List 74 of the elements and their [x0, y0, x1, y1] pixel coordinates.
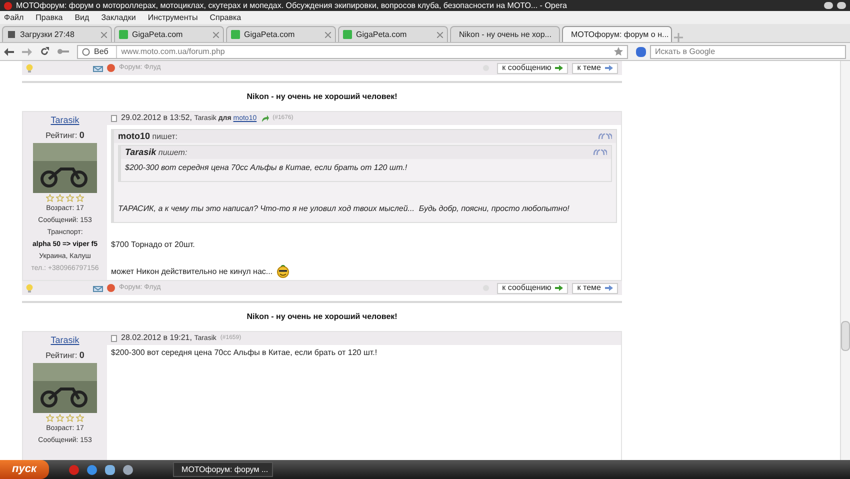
jump-button[interactable]: к сообщению	[497, 62, 568, 74]
post-text: $700 Торнадо от 20шт.	[111, 240, 195, 249]
menu-item[interactable]: Инструменты	[148, 12, 198, 24]
envelope-icon[interactable]	[93, 284, 103, 292]
reload-icon[interactable]	[40, 47, 49, 56]
close-icon[interactable]	[437, 32, 443, 38]
menu-item[interactable]: Файл	[4, 12, 24, 24]
tab[interactable]: Nikon - ну очень не хор...	[450, 26, 560, 42]
jump-button[interactable]: к теме	[572, 62, 618, 74]
tab[interactable]: МОТОфорум: форум о н...	[562, 26, 672, 42]
post-text: $200-300 вот середня цена 70сс Альфы в Китае, если брать от 120 шт.!	[111, 348, 378, 357]
tab[interactable]: GigaPeta.com	[338, 26, 448, 42]
star-icon	[46, 414, 54, 422]
right-arrow-icon	[555, 65, 564, 71]
star-icon	[76, 194, 84, 202]
post-text: $200-300 вот середня цена 70сс Альфы в Китае, если брать от 120 шт.!	[125, 163, 408, 172]
quote-author: moto10 пишет:	[118, 130, 178, 143]
close-button[interactable]	[837, 2, 846, 9]
scrollbar-thumb[interactable]	[841, 321, 850, 351]
right-arrow-icon	[555, 285, 564, 291]
document-icon	[111, 115, 117, 122]
address-badge: Веб	[94, 46, 118, 58]
close-icon[interactable]	[325, 32, 331, 38]
star-icon	[66, 194, 74, 202]
menu-item[interactable]: Вид	[74, 12, 90, 24]
menu-item[interactable]: Закладки	[101, 12, 136, 24]
url-text: www.moto.com.ua/forum.php	[121, 46, 226, 58]
forward-icon[interactable]	[22, 48, 32, 56]
back-icon[interactable]	[4, 48, 14, 56]
download-icon	[7, 30, 16, 39]
jump-button[interactable]: к сообщению	[497, 282, 568, 294]
star-icon[interactable]	[614, 47, 623, 56]
envelope-icon[interactable]	[93, 64, 103, 72]
star-icon	[56, 414, 64, 422]
tab[interactable]: GigaPeta.com	[114, 26, 224, 42]
author-link[interactable]: Tarasik	[50, 334, 80, 348]
arrow-icon	[605, 285, 613, 291]
post-title: Nikon - ну очень не хороший человек!	[246, 311, 398, 323]
star-icon	[56, 194, 64, 202]
post-title: Nikon - ну очень не хороший человек!	[246, 91, 398, 103]
quote-marks-icon	[593, 149, 607, 156]
star-icon	[46, 194, 54, 202]
motorcycle-photo	[33, 363, 97, 413]
document-icon	[111, 335, 117, 342]
post-text: может Никон действительно не кинул нас...	[111, 266, 273, 278]
lightbulb-icon[interactable]	[26, 64, 33, 72]
start-button[interactable]: пуск	[0, 460, 49, 479]
tab[interactable]: GigaPeta.com	[226, 26, 336, 42]
close-icon[interactable]	[101, 32, 107, 38]
jump-button[interactable]: к теме	[572, 282, 618, 294]
address-field[interactable]: Веб www.moto.com.ua/forum.php	[77, 44, 628, 58]
rating-label: Рейтинг: 0	[46, 348, 84, 362]
window-title: МОТОфорум: форум о мотороллерах, мотоциклах, скутерах и мопедах. Обсуждения экипировки, вопросов клуба, безопасности на МОТО... - Opera	[16, 2, 568, 10]
taskbar-window-button[interactable]: МОТОфорум: форум ...	[172, 462, 273, 477]
star-icon	[76, 414, 84, 422]
motorcycle-photo	[33, 143, 97, 193]
quote-marks-icon	[598, 133, 612, 140]
scrollbar[interactable]	[840, 61, 850, 460]
key-icon[interactable]	[57, 48, 69, 55]
menu-item[interactable]: Правка	[36, 12, 63, 24]
new-tab-icon[interactable]	[674, 33, 683, 42]
rating-label: Рейтинг: 0	[46, 128, 84, 142]
quote-author: Tarasik пишет:	[125, 146, 188, 159]
menu-item[interactable]: Справка	[210, 12, 242, 24]
arrow-icon	[605, 65, 613, 71]
author-link[interactable]: Tarasik	[50, 114, 80, 128]
close-icon[interactable]	[213, 32, 219, 38]
tab[interactable]: Загрузки 27:48	[2, 26, 112, 42]
lightbulb-icon[interactable]	[26, 284, 33, 292]
post-text: ТАРАСИК, а к чему ты это написал? Что-то я не уловил ход твоих мыслей... Будь добр, поясни, просто любопытно!	[118, 204, 570, 213]
minimize-button[interactable]	[824, 2, 833, 9]
search-field[interactable]: Искать в Google	[650, 44, 846, 58]
reply-arrow-icon	[260, 114, 269, 122]
star-icon	[66, 414, 74, 422]
